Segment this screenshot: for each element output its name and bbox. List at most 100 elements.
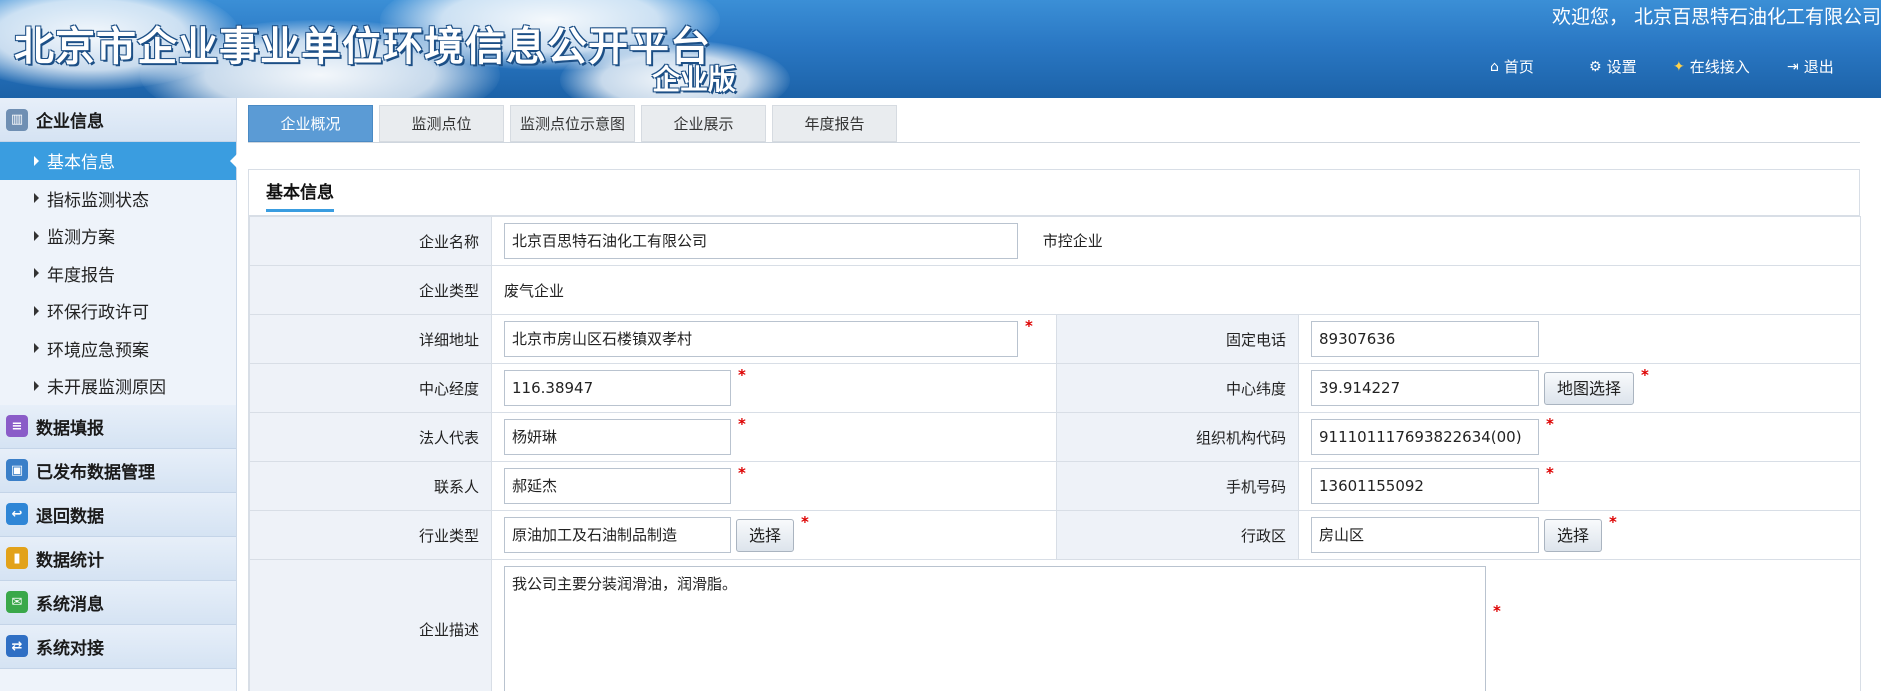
- required-mark: *: [738, 464, 746, 482]
- district-select-button[interactable]: 选择: [1544, 518, 1603, 552]
- enterprise-info-icon: ▥: [6, 108, 28, 131]
- basic-info-panel: 基本信息 企业名称 北京百思特石油化工有限公司 市控企业 企业类型 废气企业 详…: [248, 169, 1862, 691]
- nav-settings[interactable]: ⚙ 设置: [1589, 56, 1673, 77]
- form-row: 行业类型 原油加工及石油制品制造 选择* 行政区 房山区 选择*: [249, 510, 1862, 560]
- latitude-input[interactable]: 39.914227: [1311, 370, 1539, 406]
- caret-right-icon: [34, 305, 39, 316]
- platform-edition: 企业版: [652, 63, 737, 96]
- sidebar-item-label: 未开展监测原因: [47, 378, 166, 399]
- address-input[interactable]: 北京市房山区石楼镇双孝村: [504, 321, 1018, 357]
- sidebar-section-data-report[interactable]: ≡ 数据填报: [0, 404, 236, 449]
- message-icon: ✉: [6, 591, 28, 613]
- industry-select-button[interactable]: 选择: [736, 518, 795, 552]
- sidebar-item-indicator-status[interactable]: 指标监测状态: [0, 180, 236, 218]
- sidebar-section-label: 退回数据: [36, 506, 104, 527]
- sidebar-section-enterprise-info[interactable]: ▥ 企业信息: [0, 98, 236, 142]
- caret-right-icon: [34, 343, 39, 354]
- statistics-icon: ▮: [6, 547, 28, 569]
- field-cell: 房山区 选择 *: [1297, 510, 1862, 560]
- header-banner: 北京市企业事业单位环境信息公开平台 企业版 欢迎您， 北京百思特石油化工有限公司…: [0, 0, 1881, 98]
- field-label: 中心纬度: [1056, 363, 1299, 413]
- field-label: 中心经度: [249, 363, 492, 413]
- sidebar-section-label: 企业信息: [36, 112, 104, 132]
- sidebar-section-messages[interactable]: ✉ 系统消息: [0, 580, 236, 625]
- gear-icon: ⚙: [1589, 58, 1602, 75]
- tab-monitoring-map[interactable]: 监测点位示意图: [510, 105, 635, 142]
- sidebar-section-published-data[interactable]: ▣ 已发布数据管理: [0, 448, 236, 493]
- org-code-input[interactable]: 911101117693822634(00): [1311, 419, 1539, 455]
- sidebar-section-system-link[interactable]: ⇄ 系统对接: [0, 624, 236, 669]
- data-report-icon: ≡: [6, 415, 28, 437]
- tab-overview[interactable]: 企业概况: [248, 105, 373, 142]
- field-label: 联系人: [249, 461, 492, 511]
- sidebar-item-emergency-plan[interactable]: 环境应急预案: [0, 330, 236, 368]
- caret-right-icon: [34, 230, 39, 241]
- company-level-text: 市控企业: [1042, 231, 1103, 250]
- sidebar-section-label: 系统消息: [36, 594, 104, 615]
- industry-input[interactable]: 原油加工及石油制品制造: [504, 517, 731, 553]
- longitude-input[interactable]: 116.38947: [504, 370, 731, 406]
- system-link-icon: ⇄: [6, 635, 28, 657]
- field-cell: 13601155092 *: [1297, 461, 1862, 511]
- tab-annual-report[interactable]: 年度报告: [772, 105, 897, 142]
- description-textarea[interactable]: 我公司主要分装润滑油，润滑脂。: [504, 566, 1486, 691]
- field-cell: 89307636: [1297, 314, 1862, 364]
- required-mark: *: [1025, 317, 1033, 335]
- field-label: 企业名称: [249, 216, 492, 266]
- top-nav: ⌂ 首页 ⚙ 设置 ✦ 在线接入 ⇥ 退出: [1490, 56, 1857, 77]
- form-row: 中心经度 116.38947 * 中心纬度 39.914227 地图选择 *: [249, 363, 1862, 413]
- sidebar-item-basic-info[interactable]: 基本信息: [0, 142, 237, 180]
- mobile-input[interactable]: 13601155092: [1311, 468, 1539, 504]
- field-label: 企业描述: [249, 559, 492, 691]
- home-icon: ⌂: [1490, 58, 1499, 75]
- required-mark: *: [1493, 602, 1501, 620]
- contact-input[interactable]: 郝延杰: [504, 468, 731, 504]
- sidebar-item-label: 基本信息: [47, 153, 115, 174]
- panel-header: 基本信息: [249, 170, 1859, 216]
- required-mark: *: [738, 366, 746, 384]
- sidebar-section-label: 已发布数据管理: [36, 462, 155, 483]
- required-mark: *: [1546, 464, 1554, 482]
- sidebar-item-label: 环保行政许可: [47, 303, 149, 324]
- required-mark: *: [1546, 415, 1554, 433]
- tab-divider: [248, 142, 1860, 143]
- sidebar-item-eia-permit[interactable]: 环保行政许可: [0, 292, 236, 330]
- form-row: 企业描述 我公司主要分装润滑油，润滑脂。 *: [249, 559, 1862, 691]
- sidebar-section-label: 数据统计: [36, 550, 104, 571]
- field-cell: 废气企业: [490, 265, 1862, 315]
- caret-right-icon: [34, 268, 39, 279]
- form-row: 详细地址 北京市房山区石楼镇双孝村 * 固定电话 89307636: [249, 314, 1862, 364]
- required-mark: *: [738, 415, 746, 433]
- sidebar-section-returned-data[interactable]: ↩ 退回数据: [0, 492, 236, 537]
- field-label: 行政区: [1056, 510, 1299, 560]
- field-label: 法人代表: [249, 412, 492, 462]
- map-select-button[interactable]: 地图选择: [1544, 371, 1635, 405]
- sidebar: ▥ 企业信息 基本信息 指标监测状态 监测方案 年度报告 环保行政许可 环境应急…: [0, 98, 237, 691]
- sidebar-item-no-monitoring-reason[interactable]: 未开展监测原因: [0, 367, 236, 405]
- field-label: 行业类型: [249, 510, 492, 560]
- sidebar-section-statistics[interactable]: ▮ 数据统计: [0, 536, 236, 581]
- field-cell: 郝延杰 *: [491, 461, 1057, 511]
- nav-settings-label: 设置: [1606, 58, 1637, 76]
- field-cell: 我公司主要分装润滑油，润滑脂。 *: [490, 559, 1862, 691]
- sidebar-item-label: 环境应急预案: [47, 340, 149, 361]
- nav-logout[interactable]: ⇥ 退出: [1787, 56, 1857, 77]
- sidebar-item-annual-report[interactable]: 年度报告: [0, 255, 236, 293]
- tab-showcase[interactable]: 企业展示: [641, 105, 766, 142]
- field-label: 手机号码: [1056, 461, 1299, 511]
- tab-monitoring-points[interactable]: 监测点位: [379, 105, 504, 142]
- company-name-input[interactable]: 北京百思特石油化工有限公司: [504, 223, 1018, 259]
- nav-online-access[interactable]: ✦ 在线接入: [1673, 56, 1787, 77]
- sidebar-section-label: 数据填报: [36, 418, 104, 439]
- legal-rep-input[interactable]: 杨妍琳: [504, 419, 731, 455]
- form-row: 企业类型 废气企业: [249, 265, 1862, 315]
- required-mark: *: [1641, 366, 1649, 384]
- phone-input[interactable]: 89307636: [1311, 321, 1539, 357]
- district-input[interactable]: 房山区: [1311, 517, 1539, 553]
- sidebar-item-monitoring-plan[interactable]: 监测方案: [0, 217, 236, 255]
- sidebar-item-label: 监测方案: [47, 228, 115, 249]
- panel-title: 基本信息: [266, 178, 334, 212]
- field-cell: 杨妍琳 *: [491, 412, 1057, 462]
- nav-home[interactable]: ⌂ 首页: [1490, 56, 1589, 77]
- caret-right-icon: [34, 380, 39, 391]
